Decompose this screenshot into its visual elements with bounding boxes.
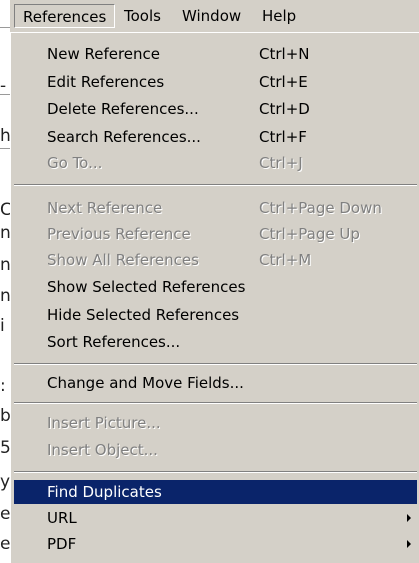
menu-tools[interactable]: Tools <box>116 4 169 28</box>
menu-item-insert-object: Insert Object... <box>14 438 417 462</box>
menu-item-pdf[interactable]: PDF <box>14 532 417 556</box>
menu-item-url[interactable]: URL <box>14 506 417 530</box>
menu-item-go-to: Go To... Ctrl+J <box>14 151 417 175</box>
menu-item-label: Insert Picture... <box>47 414 161 432</box>
menu-item-previous-reference: Previous Reference Ctrl+Page Up <box>14 222 417 246</box>
menu-item-shortcut: Ctrl+Page Down <box>259 199 382 217</box>
menu-item-edit-references[interactable]: Edit References Ctrl+E <box>14 70 417 94</box>
menu-item-shortcut: Ctrl+F <box>259 128 307 146</box>
menu-help[interactable]: Help <box>254 4 304 28</box>
submenu-arrow-icon <box>407 514 411 522</box>
background-text: e <box>0 504 11 524</box>
menu-item-label: Sort References... <box>47 333 181 351</box>
menu-item-label: Change and Move Fields... <box>47 374 244 392</box>
submenu-arrow-icon <box>407 540 411 548</box>
menu-item-label: Edit References <box>47 73 165 91</box>
menu-item-label: Find Duplicates <box>47 483 162 501</box>
menu-item-label: New Reference <box>47 45 161 63</box>
menu-item-label: Insert Object... <box>47 441 158 459</box>
menu-item-label: Show All References <box>47 251 199 269</box>
menu-item-label: Previous Reference <box>47 225 191 243</box>
menu-item-sort-references[interactable]: Sort References... <box>14 330 417 354</box>
menu-item-label: URL <box>47 509 77 527</box>
background-divider <box>0 94 10 95</box>
menu-item-show-all-references: Show All References Ctrl+M <box>14 248 417 272</box>
background-text: y <box>0 472 11 492</box>
background-text: e <box>0 534 11 554</box>
menu-item-label: Go To... <box>47 154 103 172</box>
menu-item-new-reference[interactable]: New Reference Ctrl+N <box>14 42 417 66</box>
menu-item-label: PDF <box>47 535 77 553</box>
menu-references[interactable]: References <box>14 4 116 28</box>
menu-item-label: Next Reference <box>47 199 163 217</box>
background-text: - <box>0 76 7 96</box>
menu-item-label: Delete References... <box>47 100 199 118</box>
menu-item-shortcut: Ctrl+J <box>259 154 303 172</box>
menu-item-label: Show Selected References <box>47 278 246 296</box>
menu-item-hide-selected-references[interactable]: Hide Selected References <box>14 303 417 327</box>
background-text: i <box>0 316 5 336</box>
references-dropdown-menu: New Reference Ctrl+N Edit References Ctr… <box>10 32 419 563</box>
menu-separator <box>14 363 417 365</box>
menu-separator <box>14 471 417 473</box>
menu-item-change-and-move-fields[interactable]: Change and Move Fields... <box>14 371 417 395</box>
background-divider <box>0 148 10 149</box>
menu-item-label: Hide Selected References <box>47 306 240 324</box>
menu-item-delete-references[interactable]: Delete References... Ctrl+D <box>14 97 417 121</box>
menu-window[interactable]: Window <box>174 4 249 28</box>
menu-item-find-duplicates[interactable]: Find Duplicates <box>14 480 417 504</box>
menu-item-shortcut: Ctrl+N <box>259 45 310 63</box>
background-divider <box>0 27 10 28</box>
menu-item-shortcut: Ctrl+Page Up <box>259 225 360 243</box>
menu-item-insert-picture: Insert Picture... <box>14 411 417 435</box>
menu-item-show-selected-references[interactable]: Show Selected References <box>14 275 417 299</box>
menu-item-shortcut: Ctrl+E <box>259 73 308 91</box>
menu-item-search-references[interactable]: Search References... Ctrl+F <box>14 125 417 149</box>
menu-item-shortcut: Ctrl+D <box>259 100 310 118</box>
menu-separator <box>14 402 417 404</box>
menu-item-shortcut: Ctrl+M <box>259 251 312 269</box>
menu-item-next-reference: Next Reference Ctrl+Page Down <box>14 196 417 220</box>
menu-bar: References Tools Window Help <box>10 0 419 33</box>
menu-item-label: Search References... <box>47 128 201 146</box>
background-window: - h C n n n i : b 5 y e e <box>0 0 12 563</box>
menu-separator <box>14 184 417 186</box>
background-text: : <box>0 376 6 396</box>
